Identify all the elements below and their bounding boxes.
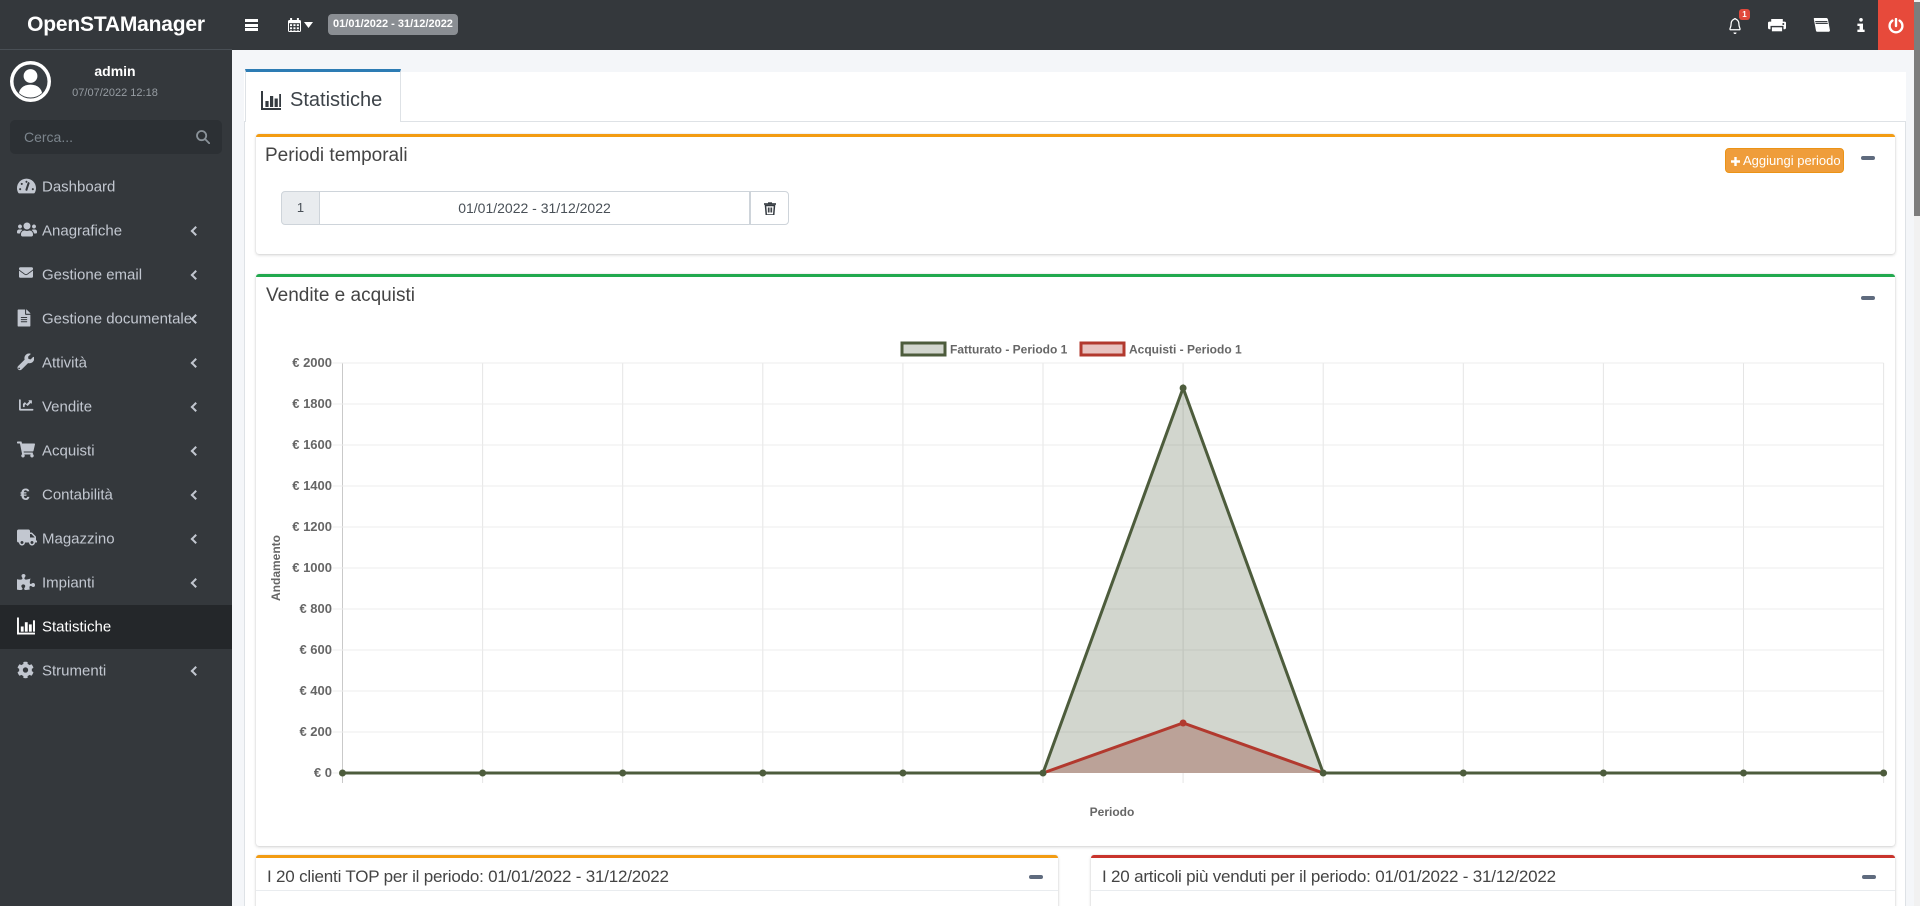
svg-text:€ 600: € 600 [299,642,332,657]
svg-text:Fatturato - Periodo 1: Fatturato - Periodo 1 [950,343,1068,357]
svg-text:Acquisti - Periodo 1: Acquisti - Periodo 1 [1129,343,1242,357]
svg-text:€ 800: € 800 [299,601,332,616]
svg-text:Periodo: Periodo [1090,805,1135,819]
svg-text:€ 1800: € 1800 [292,396,332,411]
svg-text:€ 1400: € 1400 [292,478,332,493]
svg-text:€ 400: € 400 [299,683,332,698]
svg-text:€ 200: € 200 [299,724,332,739]
svg-text:€ 1600: € 1600 [292,437,332,452]
svg-text:€ 1000: € 1000 [292,560,332,575]
svg-text:€ 0: € 0 [314,765,332,780]
svg-text:€ 2000: € 2000 [292,355,332,370]
svg-text:€ 1200: € 1200 [292,519,332,534]
svg-text:Andamento: Andamento [269,535,283,601]
